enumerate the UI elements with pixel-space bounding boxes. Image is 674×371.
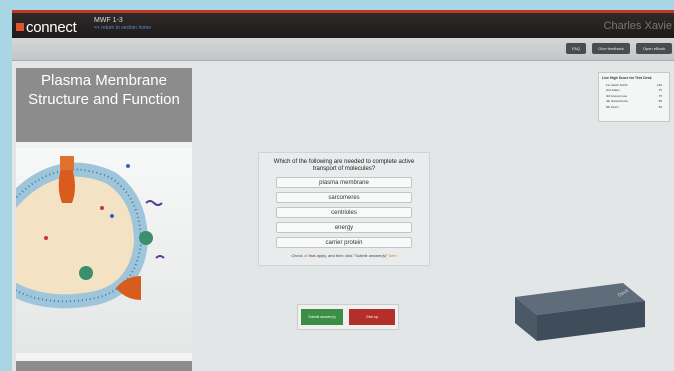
answer-option[interactable]: carrier protein <box>276 237 412 248</box>
question-text: Which of the following are needed to com… <box>273 159 415 172</box>
toolbar: FAQ Give feedback Open eBook <box>12 38 674 61</box>
deck-card: Plasma Membrane Structure and Function <box>12 68 192 371</box>
answer-option[interactable]: energy <box>276 222 412 233</box>
user-name[interactable]: Charles Xavie <box>604 20 672 32</box>
faq-button[interactable]: FAQ <box>566 43 586 54</box>
connect-logo[interactable]: connect <box>16 19 77 36</box>
score-row: 4th Sonia Flores 50 <box>606 99 662 104</box>
back-to-section-link[interactable]: << return to section home <box>94 25 151 31</box>
logo-text: connect <box>26 19 77 36</box>
give-feedback-button[interactable]: Give feedback <box>592 43 630 54</box>
membrane-illustration <box>12 148 192 353</box>
card-footer <box>16 361 192 371</box>
give-up-button[interactable]: Give up <box>349 309 395 325</box>
course-info: MWF 1-3 << return to section home <box>94 17 151 31</box>
action-bar: Submit answer(s) Give up <box>297 304 399 330</box>
score-row: 1st Jacob Smith 140 <box>606 83 662 87</box>
answer-option[interactable]: sarcomeres <box>276 192 412 203</box>
score-row: 5th Kevin 50 <box>606 104 662 109</box>
high-score-panel: Live High Score for This Deck 1st Jacob … <box>598 72 670 122</box>
instructions: Check all that apply, and then click "Su… <box>291 253 397 258</box>
here-link[interactable]: here <box>389 253 397 258</box>
logo-mark-icon <box>16 23 24 31</box>
question-panel: Which of the following are needed to com… <box>258 152 430 266</box>
high-score-title: Live High Score for This Deck <box>602 76 652 80</box>
card-deck-box[interactable]: Deck <box>515 277 645 347</box>
score-row: 2nd Adam 75 <box>606 88 662 93</box>
score-row: 3rd Anonymous 75 <box>606 93 662 98</box>
course-title: MWF 1-3 <box>94 17 123 24</box>
top-nav-bar: connect MWF 1-3 << return to section hom… <box>12 10 674 38</box>
open-ebook-button[interactable]: Open eBook <box>636 43 672 54</box>
app-screen: connect MWF 1-3 << return to section hom… <box>12 10 674 371</box>
card-title: Plasma Membrane Structure and Function <box>16 68 192 142</box>
answer-option[interactable]: plasma membrane <box>276 177 412 188</box>
submit-answers-button[interactable]: Submit answer(s) <box>301 309 343 325</box>
answer-option[interactable]: centrioles <box>276 207 412 218</box>
